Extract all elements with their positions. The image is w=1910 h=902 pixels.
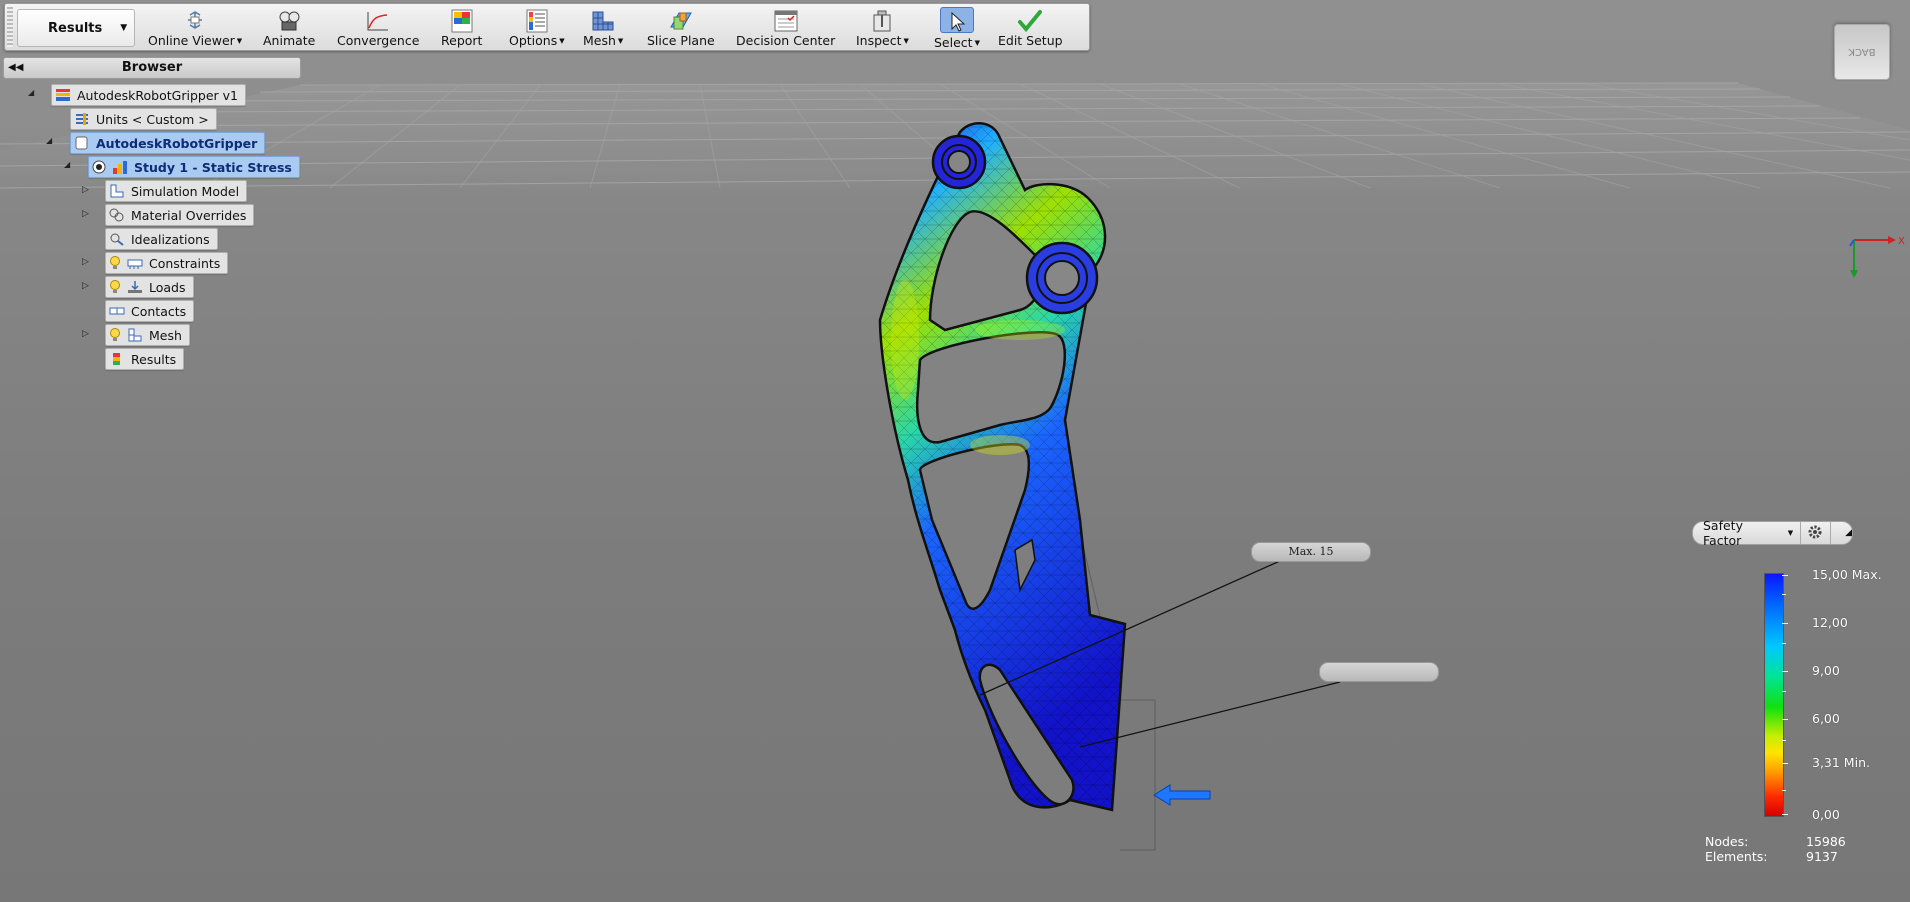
nodes-label: Nodes:: [1705, 834, 1749, 849]
chevron-down-icon: ▼: [1787, 529, 1794, 537]
elements-label: Elements:: [1705, 849, 1768, 864]
nodes-value: 15986: [1806, 834, 1846, 849]
legend-value: 9,00: [1812, 663, 1840, 678]
expand-legend-icon[interactable]: ◢: [1845, 528, 1852, 538]
probe-leader-lines: [979, 551, 1341, 748]
max-value-callout[interactable]: Max. 15: [1251, 542, 1371, 562]
legend-value: 6,00: [1812, 711, 1840, 726]
result-type-label: Safety Factor: [1703, 518, 1743, 548]
min-value-callout[interactable]: [1319, 662, 1439, 682]
legend-value: 0,00: [1812, 807, 1840, 822]
legend-value-min: 3,31 Min.: [1812, 755, 1870, 770]
max-callout-label: Max. 15: [1288, 545, 1334, 558]
legend-value-max: 15,00 Max.: [1812, 567, 1882, 582]
elements-value: 9137: [1806, 849, 1838, 864]
legend-value: 12,00: [1812, 615, 1848, 630]
gear-icon[interactable]: [1807, 524, 1823, 543]
legend-color-bar: [1764, 573, 1784, 817]
result-type-dropdown[interactable]: Safety Factor ▼ ◢: [1692, 518, 1853, 548]
